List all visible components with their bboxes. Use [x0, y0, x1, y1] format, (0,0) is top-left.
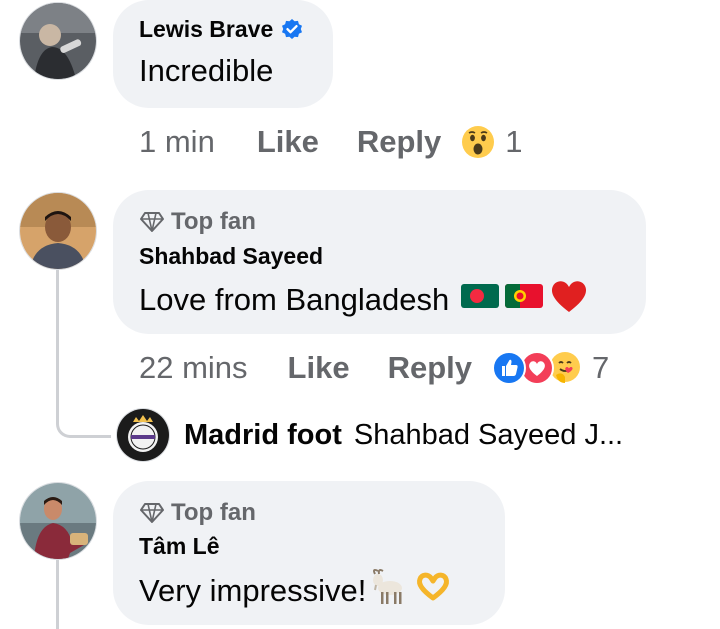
like-reaction-icon [492, 351, 526, 385]
avatar-madrid-foot [116, 408, 170, 462]
comment-author[interactable]: Tâm Lê [139, 533, 220, 560]
verified-badge-icon [280, 18, 304, 42]
reply-text: Shahbad Sayeed J... [353, 418, 624, 451]
reply-preview[interactable]: Madrid foot Shahbad Sayeed J... [116, 408, 623, 462]
avatar-shahbad-sayeed[interactable] [19, 192, 97, 270]
comment-timestamp[interactable]: 22 mins [139, 350, 248, 386]
comment-actions-2: 22 mins Like Reply 7 [139, 350, 609, 386]
wow-reaction-icon [461, 125, 495, 159]
comment-text: Love from Bangladesh [139, 278, 589, 322]
like-button[interactable]: Like [288, 350, 350, 386]
red-heart-icon [549, 278, 589, 322]
avatar-lewis-brave[interactable] [19, 2, 97, 80]
thread-line [56, 270, 59, 420]
reactions-summary[interactable]: 1 [461, 124, 523, 160]
reply-author[interactable]: Madrid foot [184, 419, 342, 452]
top-fan-badge: Top fan [139, 208, 256, 236]
top-fan-badge: Top fan [139, 499, 256, 527]
goat-icon [370, 568, 410, 614]
reaction-count: 1 [505, 124, 523, 159]
avatar-tam-le[interactable] [19, 482, 97, 560]
heart-hands-icon [414, 570, 452, 612]
reply-button[interactable]: Reply [357, 124, 441, 160]
reaction-count: 7 [592, 350, 610, 385]
comment-text: Very impressive! [139, 568, 452, 614]
comment-author[interactable]: Lewis Brave [139, 16, 304, 43]
like-button[interactable]: Like [257, 124, 319, 160]
reactions-summary[interactable]: 7 [492, 350, 609, 386]
comment-text: Incredible [139, 53, 274, 88]
comment-author[interactable]: Shahbad Sayeed [139, 243, 323, 270]
comment-actions-1: 1 min Like Reply 1 [139, 124, 523, 160]
reply-button[interactable]: Reply [388, 350, 472, 386]
flag-bangladesh-icon [461, 282, 500, 318]
diamond-icon [139, 502, 165, 524]
thread-line [56, 560, 59, 629]
diamond-icon [139, 211, 165, 233]
comment-timestamp[interactable]: 1 min [139, 124, 215, 160]
flag-portugal-icon [505, 282, 544, 318]
thread-connector [56, 405, 111, 438]
